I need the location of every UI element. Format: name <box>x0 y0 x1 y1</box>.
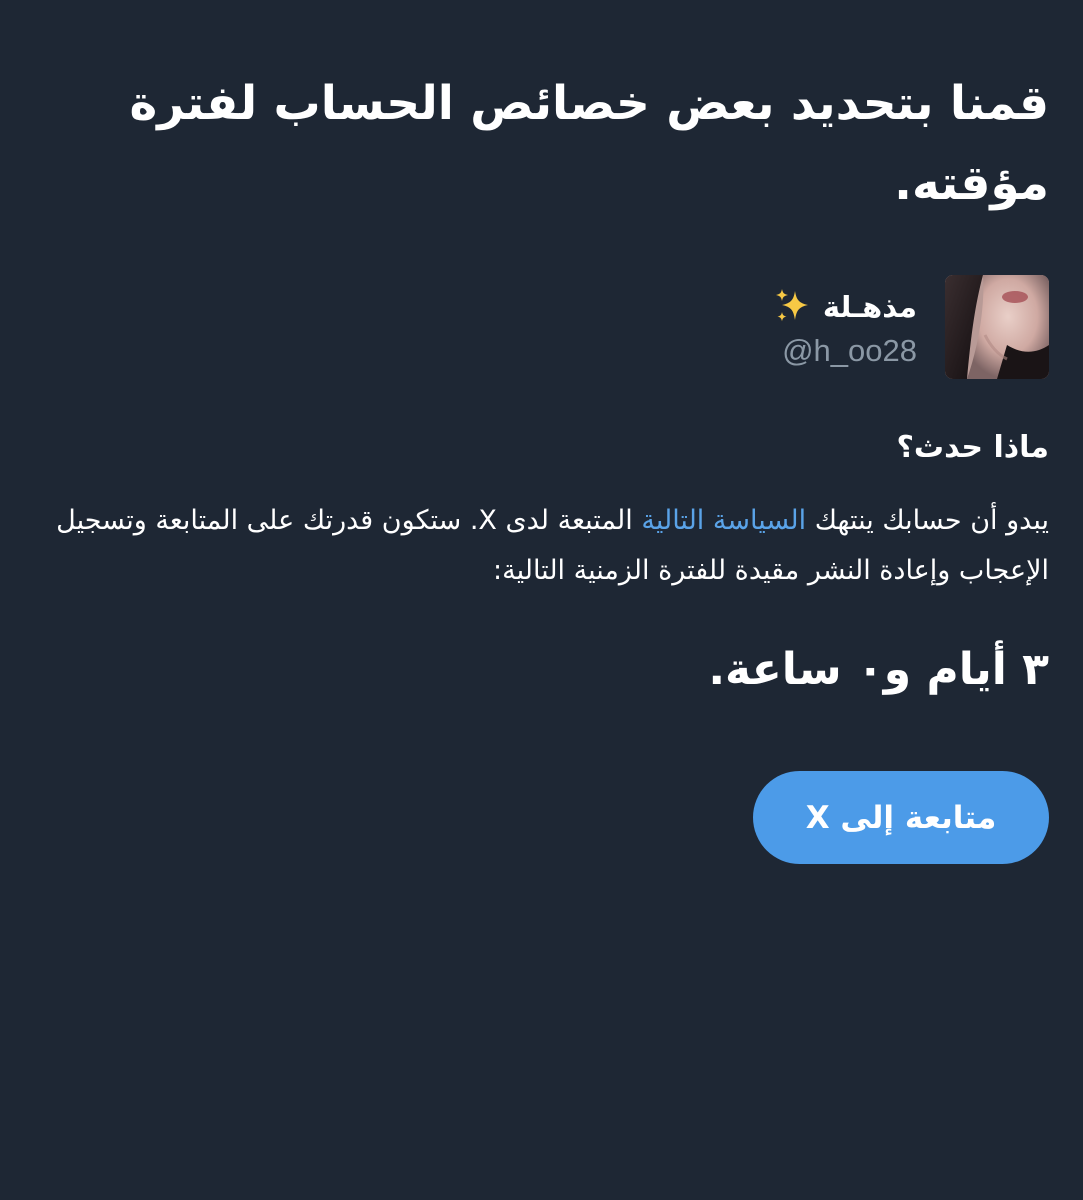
account-handle: @h_oo28 <box>782 333 917 368</box>
policy-link[interactable]: السياسة التالية <box>641 505 806 536</box>
avatar-image <box>945 275 1049 379</box>
explanation-text-start: يبدو أن حسابك ينتهك <box>806 505 1049 536</box>
restriction-duration: ٣ أيام و٠ ساعة. <box>708 644 1049 695</box>
section-title: ماذا حدث؟ <box>896 430 1049 465</box>
account-card: مذهـلة @h_oo28 <box>773 274 1049 380</box>
page-title: قمنا بتحديد بعض خصائص الحساب لفترة مؤقته… <box>129 76 1049 211</box>
display-name-row: مذهـلة <box>773 285 917 329</box>
explanation-text: يبدو أن حسابك ينتهك السياسة التالية المت… <box>29 496 1049 596</box>
account-names: مذهـلة @h_oo28 <box>773 285 917 369</box>
avatar[interactable] <box>945 275 1049 379</box>
continue-to-x-button[interactable]: متابعة إلى X <box>753 771 1049 864</box>
display-name: مذهـلة <box>822 290 917 324</box>
restriction-notice-page: قمنا بتحديد بعض خصائص الحساب لفترة مؤقته… <box>0 0 1083 1200</box>
sparkles-icon <box>773 287 813 327</box>
